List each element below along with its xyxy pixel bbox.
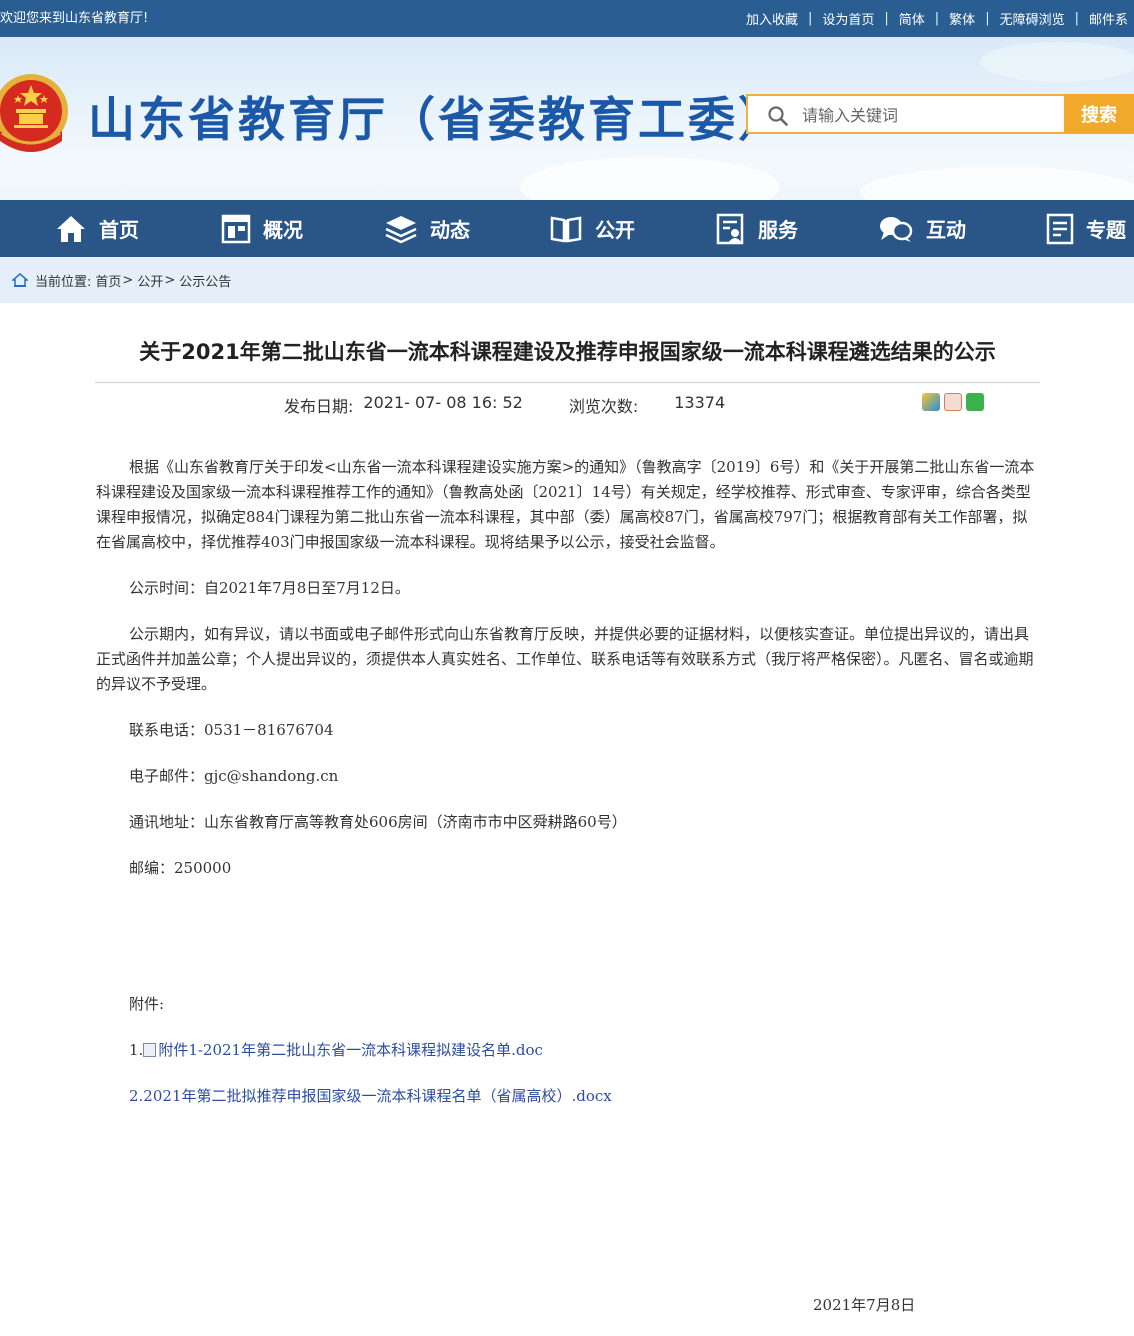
share-buttons <box>922 393 984 411</box>
nav-label: 动态 <box>430 218 470 242</box>
breadcrumb-announcement[interactable]: 公示公告 <box>179 271 231 290</box>
top-bar: 欢迎您来到山东省教育厅! 加入收藏 | 设为首页 | 简体 | 繁体 | 无障碍浏览 | … <box>0 0 1134 37</box>
home-icon <box>57 215 85 242</box>
contact-phone: 联系电话：0531－81676704 <box>129 721 334 739</box>
wechat-share-icon[interactable] <box>966 393 984 411</box>
nav-label: 概况 <box>263 218 303 242</box>
attachment-link-2[interactable]: 2.2021年第二批拟推荐申报国家级一流本科课程名单（省属高校）.docx <box>129 1087 612 1105</box>
window-icon <box>221 214 251 243</box>
service-icon <box>716 213 744 244</box>
book-icon <box>550 216 582 242</box>
breadcrumb-bar: 当前位置: 首页 > 公开 > 公示公告 <box>0 257 1134 303</box>
article-meta: 发布日期: 2021- 07- 08 16: 52 浏览次数: 13374 <box>284 393 725 417</box>
postal-code: 邮编：250000 <box>129 859 232 877</box>
main-nav: 首页 概况 动态 公开 服务 互动 专题 <box>0 200 1134 257</box>
attachments-label: 附件: <box>129 995 165 1013</box>
accessibility-link[interactable]: 无障碍浏览 <box>1000 9 1065 28</box>
article-body: 根据《山东省教育厅关于印发<山东省一流本科课程建设实施方案>的通知》（鲁教高字〔… <box>96 455 1038 1130</box>
publish-date-value: 2021- 07- 08 16: 52 <box>363 393 523 412</box>
nav-label: 服务 <box>758 218 798 242</box>
title-divider <box>95 382 1040 383</box>
traditional-link[interactable]: 繁体 <box>949 9 975 28</box>
welcome-text: 欢迎您来到山东省教育厅! <box>0 11 149 26</box>
body-paragraph: 公示时间：自2021年7月8日至7月12日。 <box>129 579 410 597</box>
nav-item-topics[interactable]: 专题 <box>1046 200 1126 257</box>
weibo-share-icon[interactable] <box>944 393 962 411</box>
breadcrumb-prefix: 当前位置: <box>35 274 92 290</box>
search-input[interactable] <box>800 102 1054 128</box>
signature-date: 2021年7月8日 <box>813 1296 916 1314</box>
search-button[interactable]: 搜索 <box>1064 94 1134 134</box>
nav-item-interact[interactable]: 互动 <box>878 200 966 257</box>
home-icon <box>12 273 28 287</box>
contact-email: 电子邮件：gjc@shandong.cn <box>129 767 339 785</box>
nav-item-overview[interactable]: 概况 <box>221 200 303 257</box>
article-title: 关于2021年第二批山东省一流本科课程建设及推荐申报国家级一流本科课程遴选结果的… <box>139 340 996 364</box>
nav-item-service[interactable]: 服务 <box>716 200 798 257</box>
site-header: 山东省教育厅（省委教育工委） 搜索 <box>0 37 1134 200</box>
nav-item-home[interactable]: 首页 <box>55 200 139 257</box>
add-favorite-link[interactable]: 加入收藏 <box>746 9 798 28</box>
nav-label: 首页 <box>99 218 139 242</box>
search-icon <box>768 106 788 126</box>
views-value: 13374 <box>674 393 726 412</box>
separator: | <box>884 11 889 26</box>
set-homepage-link[interactable]: 设为首页 <box>822 9 874 28</box>
simplified-link[interactable]: 简体 <box>899 9 925 28</box>
qzone-share-icon[interactable] <box>922 393 940 411</box>
attachment-number: 1. <box>129 1041 144 1059</box>
top-links: 加入收藏 | 设为首页 | 简体 | 繁体 | 无障碍浏览 | 邮件系 <box>740 0 1134 37</box>
site-title: 山东省教育厅（省委教育工委） <box>88 93 788 148</box>
publish-date-label: 发布日期: <box>284 397 354 416</box>
separator: | <box>1074 11 1079 26</box>
nav-item-public[interactable]: 公开 <box>549 200 635 257</box>
body-paragraph: 根据《山东省教育厅关于印发<山东省一流本科课程建设实施方案>的通知》（鲁教高字〔… <box>96 458 1035 551</box>
document-icon <box>1046 213 1074 244</box>
separator: | <box>934 11 940 26</box>
nav-item-news[interactable]: 动态 <box>384 200 470 257</box>
views-label: 浏览次数: <box>568 397 639 416</box>
breadcrumb-separator: > <box>164 272 176 288</box>
attachment-link-1[interactable]: 附件1-2021年第二批山东省一流本科课程拟建设名单.doc <box>158 1041 543 1059</box>
breadcrumb-public[interactable]: 公开 <box>137 271 163 290</box>
search-box <box>746 94 1064 134</box>
separator: | <box>985 11 990 26</box>
nav-label: 专题 <box>1086 218 1126 242</box>
breadcrumb-separator: > <box>122 272 134 288</box>
chat-icon <box>880 216 913 242</box>
national-emblem-icon <box>0 74 68 152</box>
breadcrumb-home[interactable]: 首页 <box>95 271 121 290</box>
attachment-item-1: 1. 附件1-2021年第二批山东省一流本科课程拟建设名单.doc <box>96 1038 1038 1063</box>
contact-address: 通讯地址：山东省教育厅高等教育处606房间（济南市市中区舜耕路60号） <box>129 813 627 831</box>
breadcrumb: 当前位置: 首页 > 公开 > 公示公告 <box>12 257 231 303</box>
stack-icon <box>385 215 417 243</box>
nav-label: 公开 <box>595 218 635 242</box>
doc-file-icon <box>143 1043 157 1057</box>
separator: | <box>807 11 813 26</box>
attachment-item-2: 2.2021年第二批拟推荐申报国家级一流本科课程名单（省属高校）.docx <box>96 1084 1038 1109</box>
nav-label: 互动 <box>926 218 966 242</box>
body-paragraph: 公示期内，如有异议，请以书面或电子邮件形式向山东省教育厅反映，并提供必要的证据材… <box>96 625 1034 693</box>
mail-system-link[interactable]: 邮件系 <box>1089 9 1128 28</box>
